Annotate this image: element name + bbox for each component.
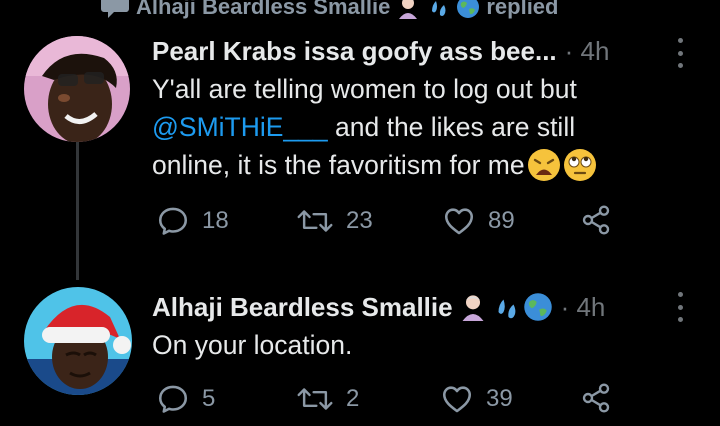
retweet-button[interactable]: 2: [296, 382, 359, 416]
retweet-icon: [297, 210, 333, 232]
tweet-text-line: On your location.: [152, 330, 353, 360]
tweet-text-line: online, it is the favoritism for me: [152, 146, 712, 184]
like-icon: [442, 386, 472, 413]
tweet-text-segment: online, it is the favoritism for me: [152, 150, 525, 180]
avatar[interactable]: [24, 287, 132, 395]
person-emoji-icon: [396, 0, 420, 19]
like-icon: [444, 208, 474, 235]
more-icon[interactable]: [676, 292, 684, 322]
share-icon: [582, 205, 610, 235]
reply-icon: [158, 385, 188, 413]
person-emoji-icon: [459, 293, 487, 321]
thread-connector: [76, 118, 79, 280]
reply-button[interactable]: 18: [156, 204, 229, 238]
eye-roll-emoji-icon: [563, 148, 597, 182]
tweet-header: Alhaji Beardless Smallie · 4h: [152, 290, 605, 324]
social-context-action: replied: [486, 0, 559, 19]
sweat-droplets-emoji-icon: [426, 0, 450, 19]
tweet-text-segment: and the likes are still: [327, 112, 576, 142]
mention-link[interactable]: @SMiTHiE___: [152, 112, 328, 142]
like-button[interactable]: 89: [442, 204, 515, 238]
social-context-name[interactable]: Alhaji Beardless Smallie: [136, 0, 390, 20]
retweet-icon: [297, 388, 333, 410]
reply-count: 5: [202, 385, 216, 412]
social-context: Alhaji Beardless Smallie replied: [100, 0, 558, 22]
more-icon[interactable]: [676, 38, 684, 68]
tweet-text-line: Y'all are telling women to log out but: [152, 74, 577, 104]
tweet-text-line: @SMiTHiE___ and the likes are still: [152, 108, 712, 146]
sweat-droplets-emoji-icon: [491, 292, 521, 322]
reply-icon: [158, 207, 188, 235]
retweet-count: 2: [346, 385, 360, 412]
share-button[interactable]: [580, 382, 612, 414]
reply-button[interactable]: 5: [156, 382, 215, 416]
tweet-actions: 18 23 89: [156, 204, 720, 244]
timestamp[interactable]: · 4h: [565, 36, 610, 67]
avatar[interactable]: [24, 36, 130, 142]
globe-emoji-icon: [456, 0, 480, 19]
retweet-count: 23: [346, 207, 373, 234]
speech-bubble-icon: [100, 0, 130, 20]
globe-emoji-icon: [523, 292, 553, 322]
like-button[interactable]: 39: [440, 382, 513, 416]
share-icon: [582, 383, 610, 413]
reply-count: 18: [202, 207, 229, 234]
tweet-text: On your location.: [152, 326, 692, 364]
weary-face-emoji-icon: [527, 148, 561, 182]
like-count: 89: [488, 207, 515, 234]
timestamp[interactable]: · 4h: [561, 292, 606, 323]
retweet-button[interactable]: 23: [296, 204, 373, 238]
tweet-text: Y'all are telling women to log out but @…: [152, 70, 712, 184]
display-name[interactable]: Alhaji Beardless Smallie: [152, 292, 453, 323]
tweet-header: Pearl Krabs issa goofy ass bee... · 4h: [152, 34, 609, 68]
share-button[interactable]: [580, 204, 612, 236]
like-count: 39: [486, 385, 513, 412]
tweet-actions: 5 2 39: [156, 382, 720, 422]
display-name[interactable]: Pearl Krabs issa goofy ass bee...: [152, 36, 557, 67]
